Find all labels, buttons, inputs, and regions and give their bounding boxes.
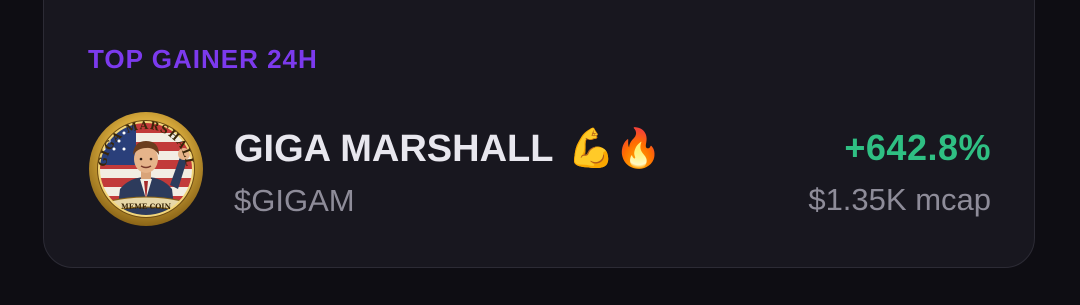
token-name-row: GIGA MARSHALL 💪🔥 [234,126,662,171]
section-label: TOP GAINER 24H [88,44,318,74]
coin-bottom-text: MEME COIN [121,202,172,211]
token-logo: GIGA MARSHALL MEME COIN [88,111,204,227]
muscle-fire-emoji: 💪🔥 [567,126,663,170]
top-gainer-card[interactable]: TOP GAINER 24H GIGA MARSHALL MEME COIN G… [43,0,1035,268]
price-change: +642.8% [844,127,991,168]
token-name: GIGA MARSHALL [234,128,554,170]
market-cap: $1.35K mcap [808,182,991,217]
token-ticker: $GIGAM [234,183,355,218]
